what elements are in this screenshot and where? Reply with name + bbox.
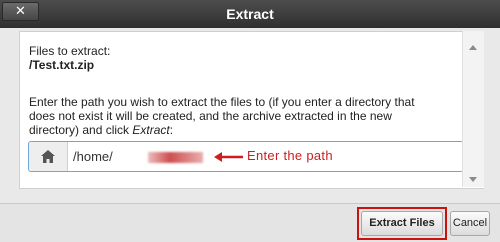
annotation-text: Enter the path	[247, 148, 333, 163]
scroll-up-arrow-icon[interactable]	[469, 45, 477, 50]
instruction-line-3-prefix: directory) and click	[29, 123, 133, 137]
dialog-title: Extract	[226, 6, 274, 22]
path-input-group: /home/ Enter the path	[28, 141, 464, 172]
dialog-footer: Extract Files Cancel	[0, 203, 500, 242]
instruction-line-1: Enter the path you wish to extract the f…	[29, 95, 415, 109]
dialog-titlebar: Extract ✕	[0, 0, 500, 28]
extract-path-input[interactable]: /home/	[73, 149, 113, 164]
content-scrollbar[interactable]	[462, 31, 484, 187]
instruction-extract-emphasis: Extract	[132, 123, 170, 137]
home-addon	[29, 142, 68, 171]
file-name: /Test.txt.zip	[29, 58, 95, 72]
cancel-button[interactable]: Cancel	[450, 211, 490, 236]
home-icon	[41, 150, 55, 163]
red-arrow-annotation	[214, 152, 243, 162]
instruction-line-3-suffix: :	[169, 123, 174, 137]
extract-files-button[interactable]: Extract Files	[361, 211, 443, 236]
redacted-username	[148, 152, 203, 163]
instruction-line-2: does not exist it will be created, and t…	[29, 109, 392, 123]
extract-dialog: Extract ✕ Files to extract: /Test.txt.zi…	[0, 0, 500, 242]
close-button[interactable]: ✕	[2, 2, 39, 21]
instruction-line-3: directory) and click Extract:	[29, 123, 459, 137]
files-to-extract-label: Files to extract:	[29, 44, 111, 58]
close-icon: ✕	[15, 3, 26, 18]
dialog-content: Files to extract: /Test.txt.zip Enter th…	[19, 31, 484, 189]
scroll-down-arrow-icon[interactable]	[469, 177, 477, 182]
